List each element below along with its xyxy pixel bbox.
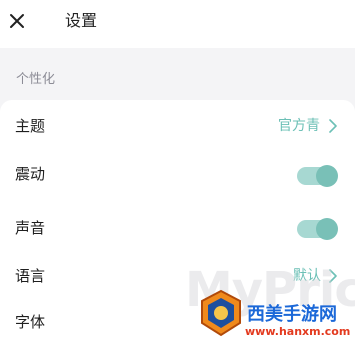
toggle-knob (316, 165, 338, 187)
theme-value[interactable]: 官方青 (278, 117, 320, 135)
sound-toggle[interactable] (297, 218, 338, 240)
close-icon (10, 14, 24, 28)
settings-page: 设置 个性化 主题 官方青 震动 声音 语言 默认 字体 MyPric 西美手游… (0, 0, 355, 341)
font-label: 字体 (15, 313, 46, 331)
chevron-right-icon (329, 119, 337, 133)
logo-text: 西美手游网 (247, 304, 337, 325)
page-title: 设置 (65, 11, 98, 30)
logo-url: www.hanxm.com (245, 325, 351, 338)
toggle-knob (316, 218, 338, 240)
language-label: 语言 (15, 267, 46, 285)
section-title-personalization: 个性化 (16, 72, 56, 87)
site-logo-icon (201, 289, 241, 337)
close-button[interactable] (8, 10, 28, 30)
vibration-toggle[interactable] (297, 165, 338, 187)
sound-label: 声音 (15, 219, 46, 237)
vibration-label: 震动 (15, 165, 46, 183)
theme-label: 主题 (15, 117, 46, 135)
header-bar: 设置 (0, 0, 355, 48)
